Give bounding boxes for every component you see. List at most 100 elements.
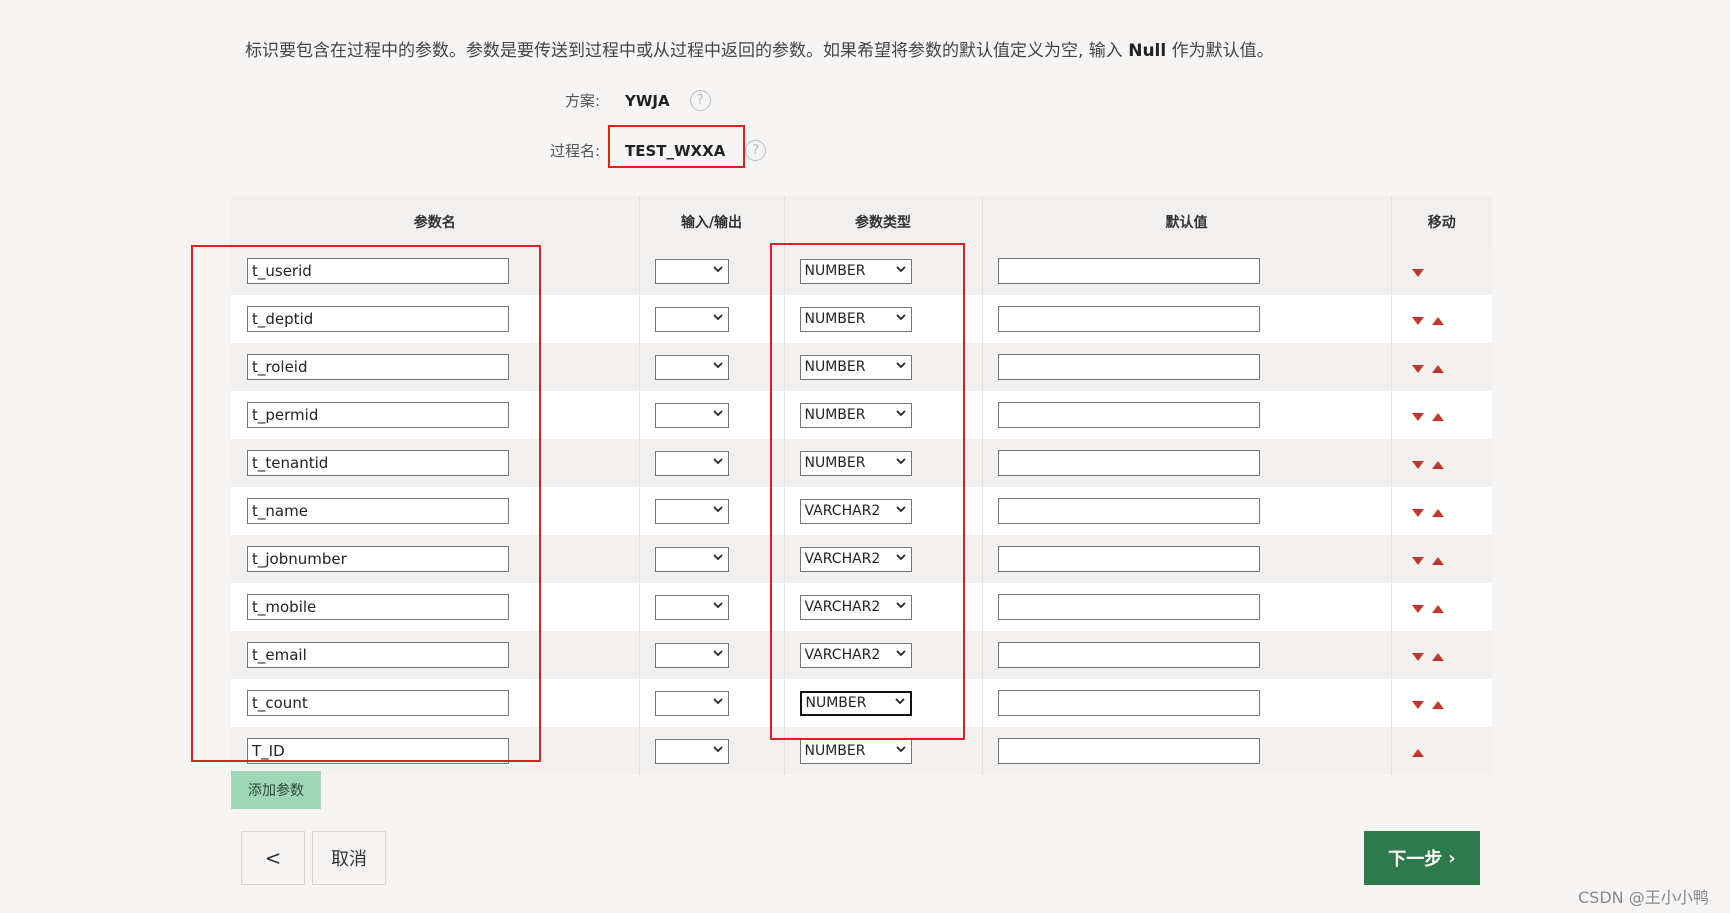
move-down-icon[interactable] (1411, 268, 1424, 277)
param-type-select[interactable]: NUMBER (799, 450, 912, 476)
move-cell (1391, 631, 1492, 679)
param-type-select[interactable]: NUMBER (799, 690, 912, 716)
move-down-icon[interactable] (1411, 604, 1424, 613)
param-name-input[interactable] (247, 594, 509, 620)
default-value-input[interactable] (997, 306, 1260, 332)
param-type-select[interactable]: NUMBER (799, 258, 912, 284)
help-icon[interactable]: ? (745, 140, 767, 161)
default-value-input[interactable] (997, 546, 1260, 572)
move-up-icon[interactable] (1431, 508, 1444, 517)
in-out-select[interactable] (654, 258, 729, 284)
param-type-select[interactable]: VARCHAR2 (799, 642, 912, 668)
scheme-label: 方案: (564, 92, 600, 110)
default-value-input[interactable] (997, 258, 1260, 284)
param-type-select[interactable]: NUMBER (799, 402, 912, 428)
move-down-icon[interactable] (1411, 412, 1424, 421)
param-name-cell (231, 631, 640, 679)
in-out-select[interactable] (654, 690, 729, 716)
move-down-icon[interactable] (1411, 700, 1424, 709)
move-up-icon[interactable] (1411, 748, 1424, 757)
param-name-input[interactable] (247, 402, 509, 428)
table-row: VARCHAR2 (231, 583, 1492, 631)
default-value-cell (982, 247, 1392, 295)
in-out-select[interactable] (654, 402, 729, 428)
add-parameter-button[interactable]: 添加参数 (231, 771, 321, 809)
in-out-select[interactable] (654, 738, 729, 764)
default-value-input[interactable] (997, 450, 1260, 476)
in-out-select[interactable] (654, 546, 729, 572)
default-value-input[interactable] (997, 498, 1260, 524)
move-down-icon[interactable] (1411, 316, 1424, 325)
in-out-cell (639, 631, 785, 679)
param-type-select[interactable]: VARCHAR2 (799, 594, 912, 620)
param-type-cell: NUMBER (784, 679, 983, 727)
default-value-input[interactable] (997, 690, 1260, 716)
header-param-name: 参数名 (231, 196, 640, 247)
param-name-cell (231, 295, 640, 343)
param-type-select[interactable]: VARCHAR2 (799, 498, 912, 524)
back-button[interactable]: < (241, 831, 305, 885)
move-up-icon[interactable] (1431, 460, 1444, 469)
parameters-table: 参数名 输入/输出 参数类型 默认值 移动 NUMBER NUMBER NUMBER… (231, 196, 1492, 775)
chevron-down-icon (712, 407, 724, 423)
move-cell (1391, 391, 1492, 439)
help-icon[interactable]: ? (689, 90, 711, 111)
move-up-icon[interactable] (1431, 412, 1444, 421)
move-down-icon[interactable] (1411, 364, 1424, 373)
param-type-value: NUMBER (805, 695, 867, 711)
move-up-icon[interactable] (1431, 556, 1444, 565)
param-name-input[interactable] (247, 306, 509, 332)
move-down-icon[interactable] (1411, 652, 1424, 661)
table-row: NUMBER (231, 679, 1492, 727)
param-name-input[interactable] (247, 450, 509, 476)
param-name-input[interactable] (247, 258, 509, 284)
in-out-select[interactable] (654, 450, 729, 476)
param-name-input[interactable] (247, 690, 509, 716)
chevron-down-icon (895, 263, 907, 279)
table-header-row: 参数名 输入/输出 参数类型 默认值 移动 (231, 196, 1492, 247)
in-out-select[interactable] (654, 354, 729, 380)
chevron-down-icon (712, 455, 724, 471)
default-value-input[interactable] (997, 738, 1260, 764)
param-name-input[interactable] (247, 738, 509, 764)
default-value-cell (982, 439, 1392, 487)
header-param-type: 参数类型 (784, 196, 983, 247)
move-up-icon[interactable] (1431, 316, 1444, 325)
cancel-button[interactable]: 取消 (312, 831, 386, 885)
in-out-select[interactable] (654, 306, 729, 332)
default-value-cell (982, 679, 1392, 727)
param-type-select[interactable]: NUMBER (799, 306, 912, 332)
move-up-icon[interactable] (1431, 604, 1444, 613)
param-name-cell (231, 487, 640, 535)
in-out-select[interactable] (654, 498, 729, 524)
default-value-input[interactable] (997, 354, 1260, 380)
procedure-value: TEST_WXXA (625, 141, 726, 160)
default-value-input[interactable] (997, 594, 1260, 620)
param-type-select[interactable]: VARCHAR2 (799, 546, 912, 572)
param-name-input[interactable] (247, 642, 509, 668)
move-up-icon[interactable] (1431, 652, 1444, 661)
param-type-select[interactable]: NUMBER (799, 354, 912, 380)
param-name-input[interactable] (247, 354, 509, 380)
chevron-down-icon (895, 551, 907, 567)
param-type-cell: NUMBER (784, 247, 983, 295)
param-name-input[interactable] (247, 546, 509, 572)
param-type-value: NUMBER (804, 407, 866, 423)
next-button[interactable]: 下一步 › (1364, 831, 1480, 885)
move-down-icon[interactable] (1411, 460, 1424, 469)
param-name-input[interactable] (247, 498, 509, 524)
param-type-cell: NUMBER (784, 343, 983, 391)
param-type-value: VARCHAR2 (804, 551, 881, 567)
in-out-select[interactable] (654, 594, 729, 620)
default-value-input[interactable] (997, 402, 1260, 428)
param-type-cell: VARCHAR2 (784, 631, 983, 679)
move-down-icon[interactable] (1411, 556, 1424, 565)
move-up-icon[interactable] (1431, 700, 1444, 709)
default-value-input[interactable] (997, 642, 1260, 668)
in-out-select[interactable] (654, 642, 729, 668)
chevron-down-icon (895, 311, 907, 327)
move-up-icon[interactable] (1431, 364, 1444, 373)
param-type-select[interactable]: NUMBER (799, 738, 912, 764)
param-type-value: NUMBER (804, 359, 866, 375)
move-down-icon[interactable] (1411, 508, 1424, 517)
